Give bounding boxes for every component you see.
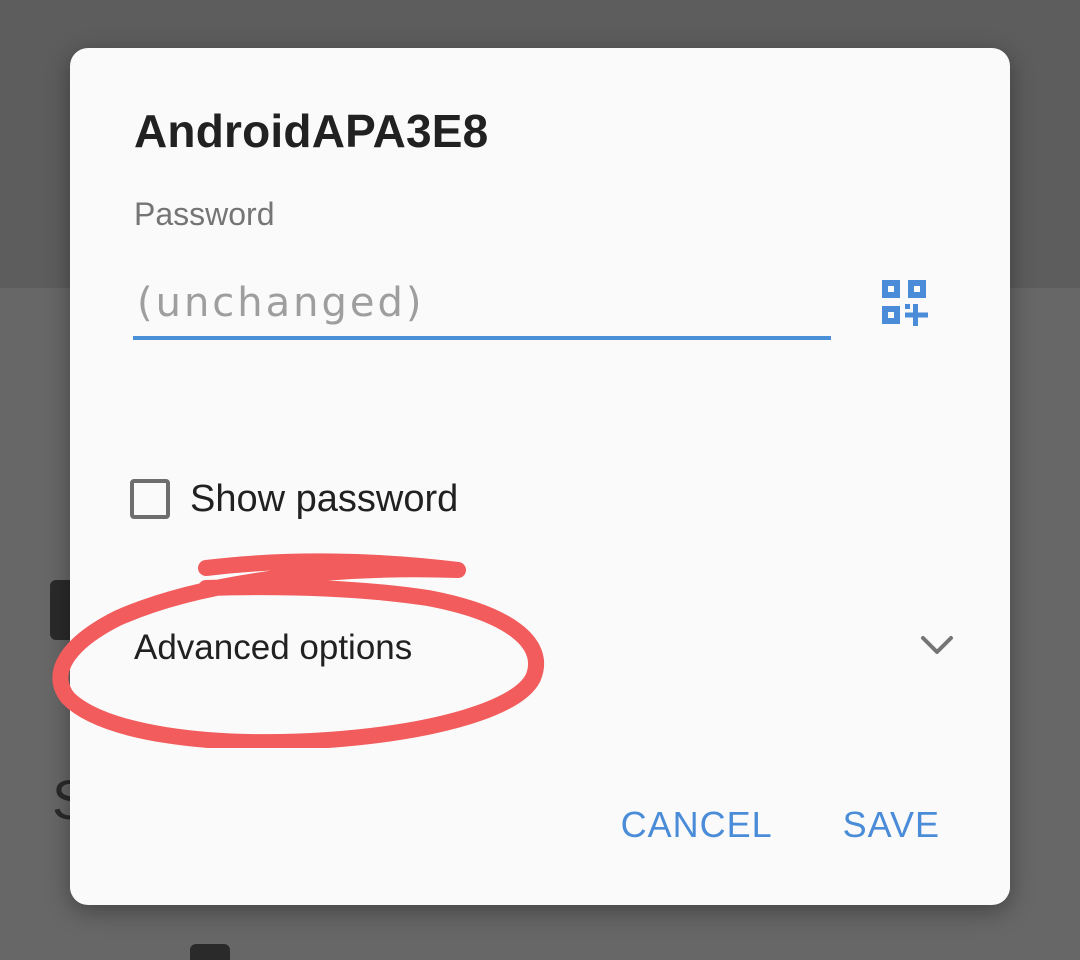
password-label: Password xyxy=(134,196,275,232)
qr-code-scanner-icon[interactable] xyxy=(880,278,930,328)
show-password-label: Show password xyxy=(190,477,459,520)
show-password-toggle[interactable]: Show password xyxy=(130,474,458,524)
dialog-actions: CANCEL SAVE xyxy=(621,804,940,846)
dialog-title: AndroidAPA3E8 xyxy=(134,105,489,157)
wifi-network-dialog: AndroidAPA3E8 Password Show password Adv… xyxy=(52,48,1010,905)
password-input[interactable] xyxy=(133,270,831,340)
chevron-down-icon[interactable] xyxy=(920,634,954,656)
cancel-button[interactable]: CANCEL xyxy=(621,804,773,846)
advanced-options-label: Advanced options xyxy=(134,628,413,667)
advanced-options-row[interactable]: Advanced options xyxy=(70,608,1010,688)
save-button[interactable]: SAVE xyxy=(843,804,940,846)
show-password-checkbox[interactable] xyxy=(130,479,170,519)
background-text-fragment-bottom xyxy=(190,944,230,960)
